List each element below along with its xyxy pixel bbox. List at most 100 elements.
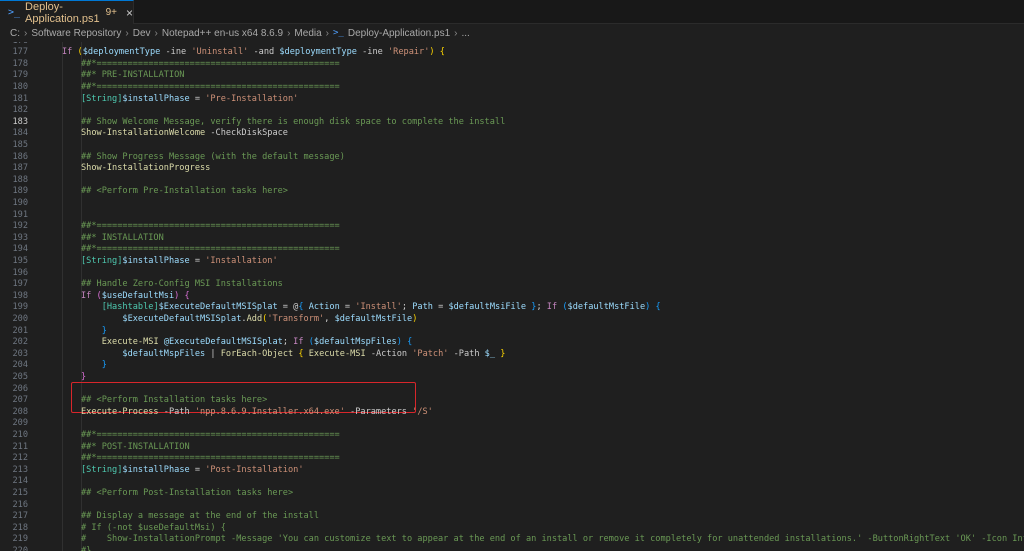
- code-text: ##*=====================================…: [81, 453, 340, 465]
- code-line[interactable]: 202 Execute-MSI @ExecuteDefaultMSISplat;…: [0, 337, 1024, 349]
- code-text: ##*=====================================…: [81, 244, 340, 256]
- code-line[interactable]: 192 ##*==================================…: [0, 221, 1024, 233]
- code-line[interactable]: 200 $ExecuteDefaultMSISplat.Add('Transfo…: [0, 314, 1024, 326]
- line-number: 195: [12, 255, 28, 266]
- code-line[interactable]: 195 [String]$installPhase = 'Installation…: [0, 256, 1024, 268]
- code-line[interactable]: 178 ##*==================================…: [0, 59, 1024, 71]
- code-line[interactable]: 205}: [0, 372, 1024, 384]
- code-line[interactable]: 179 ##* PRE-INSTALLATION: [0, 70, 1024, 82]
- code-token: ##*=====================================…: [81, 221, 340, 232]
- code-line[interactable]: 219 # Show-InstallationPrompt -Message 'Y…: [0, 534, 1024, 546]
- code-token: $installPhase: [122, 255, 190, 266]
- breadcrumb-item[interactable]: Notepad++ en-us x64 8.6.9: [162, 28, 283, 39]
- code-line[interactable]: 199 [Hashtable]$ExecuteDefaultMSISplat =…: [0, 302, 1024, 314]
- breadcrumb-item[interactable]: Dev: [133, 28, 151, 39]
- code-token: =: [189, 255, 206, 266]
- line-number: 201: [12, 325, 28, 336]
- chevron-right-icon: ›: [24, 27, 28, 39]
- code-token: ## Show Welcome Message, verify there is…: [81, 116, 506, 127]
- code-line[interactable]: 207 ## <Perform Installation tasks here>: [0, 395, 1024, 407]
- code-token: -Action: [365, 348, 413, 359]
- line-number: 207: [12, 395, 28, 406]
- code-line[interactable]: 185: [0, 140, 1024, 152]
- code-token: ##*=====================================…: [81, 244, 340, 255]
- code-line[interactable]: 184 Show-InstallationWelcome -CheckDiskSp…: [0, 128, 1024, 140]
- editor-tab-bar: >_ Deploy-Application.ps1 9+ ×: [0, 0, 1024, 25]
- code-line[interactable]: 188: [0, 175, 1024, 187]
- breadcrumb-item[interactable]: Media: [294, 28, 321, 39]
- code-line[interactable]: 198 If ($useDefaultMsi) {: [0, 291, 1024, 303]
- code-line[interactable]: 212 ##*==================================…: [0, 453, 1024, 465]
- code-line[interactable]: 209: [0, 418, 1024, 430]
- code-line[interactable]: 203 $defaultMspFiles | ForEach-Object { …: [0, 349, 1024, 361]
- line-number: 200: [12, 313, 28, 324]
- code-line[interactable]: 181 [String]$installPhase = 'Pre-Installa…: [0, 94, 1024, 106]
- breadcrumb-item[interactable]: Deploy-Application.ps1: [348, 28, 450, 39]
- code-line[interactable]: 206: [0, 384, 1024, 396]
- code-line[interactable]: 215 ## <Perform Post-Installation tasks h…: [0, 488, 1024, 500]
- code-line[interactable]: 193 ##* INSTALLATION: [0, 233, 1024, 245]
- code-line[interactable]: 218 # If (-not $useDefaultMsi) {: [0, 523, 1024, 535]
- code-token: $installPhase: [122, 93, 190, 104]
- code-line[interactable]: 217 ## Display a message at the end of th…: [0, 511, 1024, 523]
- code-line[interactable]: 187 Show-InstallationProgress: [0, 163, 1024, 175]
- code-text: ## Show Progress Message (with the defau…: [81, 152, 345, 164]
- line-number: 199: [12, 302, 28, 313]
- code-line[interactable]: 177 If ($deploymentType -ine 'Uninstall' …: [0, 47, 1024, 59]
- code-line[interactable]: 196: [0, 268, 1024, 280]
- line-number: 186: [12, 151, 28, 162]
- code-token: 'Installation': [205, 255, 278, 266]
- breadcrumb-item[interactable]: ...: [461, 28, 469, 39]
- line-number: 193: [12, 232, 28, 243]
- code-token: }: [81, 371, 87, 382]
- code-token: '/S': [412, 406, 433, 417]
- code-token: 'Uninstall': [191, 47, 249, 58]
- code-token: -Path: [448, 348, 485, 359]
- code-line[interactable]: 190: [0, 198, 1024, 210]
- line-number: 204: [12, 360, 28, 371]
- code-text: }: [81, 326, 107, 338]
- line-number: 214: [12, 476, 28, 487]
- code-line[interactable]: 211 ##* POST-INSTALLATION: [0, 442, 1024, 454]
- code-line[interactable]: 191: [0, 210, 1024, 222]
- code-line[interactable]: 216: [0, 500, 1024, 512]
- code-text: ##* POST-INSTALLATION: [81, 442, 190, 454]
- code-line[interactable]: 182: [0, 105, 1024, 117]
- code-token: ## <Perform Pre-Installation tasks here>: [81, 186, 288, 197]
- tab-deploy-application[interactable]: >_ Deploy-Application.ps1 9+ ×: [0, 0, 134, 25]
- code-line[interactable]: 189 ## <Perform Pre-Installation tasks he…: [0, 186, 1024, 198]
- breadcrumb-item[interactable]: C:: [10, 28, 20, 39]
- close-icon[interactable]: ×: [126, 6, 133, 20]
- code-line[interactable]: 186 ## Show Progress Message (with the de…: [0, 152, 1024, 164]
- code-line[interactable]: 210 ##*==================================…: [0, 430, 1024, 442]
- chevron-right-icon: ›: [125, 27, 129, 39]
- code-token: [String]: [81, 93, 123, 104]
- code-token: ## Display a message at the end of the i…: [81, 511, 319, 522]
- code-line[interactable]: 180 ##*==================================…: [0, 82, 1024, 94]
- code-editor[interactable]: 176177If ($deploymentType -ine 'Uninstal…: [0, 42, 1024, 551]
- code-token: =: [432, 302, 449, 313]
- code-token: 'npp.8.6.9.Installer.x64.exe': [194, 406, 345, 417]
- line-number: 205: [12, 371, 28, 382]
- code-line[interactable]: 183 ## Show Welcome Message, verify there…: [0, 117, 1024, 129]
- code-line[interactable]: 204 }: [0, 360, 1024, 372]
- line-number: 191: [12, 209, 28, 220]
- code-token: -Parameters: [344, 406, 413, 417]
- code-text: [String]$installPhase = 'Installation': [81, 256, 278, 268]
- code-token: $_: [484, 348, 496, 359]
- code-token: $ExecuteDefaultMSISplat: [122, 313, 242, 324]
- code-token: Action: [308, 302, 340, 313]
- chevron-right-icon: ›: [454, 27, 458, 39]
- code-line[interactable]: 197 ## Handle Zero-Config MSI Installatio…: [0, 279, 1024, 291]
- code-line[interactable]: 194 ##*==================================…: [0, 244, 1024, 256]
- code-line[interactable]: 201 }: [0, 326, 1024, 338]
- code-line[interactable]: 214: [0, 476, 1024, 488]
- breadcrumb-item[interactable]: Software Repository: [31, 28, 121, 39]
- code-line[interactable]: 220 #}: [0, 546, 1024, 551]
- code-line[interactable]: 213 [String]$installPhase = 'Post-Install…: [0, 465, 1024, 477]
- code-token: ,: [324, 313, 335, 324]
- code-line[interactable]: 208 Execute-Process -Path 'npp.8.6.9.Inst…: [0, 407, 1024, 419]
- line-number: 216: [12, 499, 28, 510]
